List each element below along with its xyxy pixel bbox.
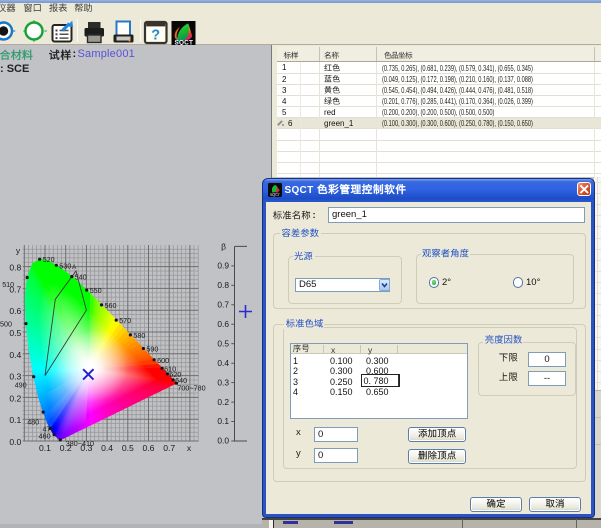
svg-text:520: 520	[43, 255, 55, 264]
svg-text:550: 550	[90, 286, 102, 295]
svg-text:0.4: 0.4	[101, 443, 113, 453]
svg-text:460: 460	[39, 431, 51, 440]
svg-text:540: 540	[75, 273, 87, 282]
svg-text:0.3: 0.3	[9, 372, 21, 382]
svg-text:570: 570	[119, 316, 131, 325]
svg-text:0.5: 0.5	[122, 443, 134, 453]
svg-text:0.7: 0.7	[9, 284, 21, 294]
svg-text:590: 590	[146, 345, 158, 354]
svg-text:0.3: 0.3	[217, 377, 229, 387]
svg-text:580: 580	[133, 331, 145, 340]
svg-text:490: 490	[15, 380, 27, 389]
svg-text:0.1: 0.1	[9, 415, 21, 425]
svg-text:0.1: 0.1	[217, 416, 229, 426]
svg-text:0.6: 0.6	[217, 319, 229, 329]
svg-text:700~780: 700~780	[177, 383, 205, 392]
svg-text:SQCT: SQCT	[270, 193, 281, 197]
svg-text:560: 560	[105, 301, 117, 310]
svg-text:0.8: 0.8	[217, 280, 229, 290]
svg-text:0.5: 0.5	[9, 328, 21, 338]
svg-text:0.3: 0.3	[80, 443, 92, 453]
svg-text:0.4: 0.4	[217, 358, 229, 368]
svg-text:0.7: 0.7	[217, 300, 229, 310]
svg-text:0.8: 0.8	[9, 263, 21, 273]
svg-text:A: A	[72, 264, 77, 271]
svg-text:0.2: 0.2	[60, 443, 72, 453]
svg-text:0.1: 0.1	[39, 443, 51, 453]
svg-text:0.5: 0.5	[217, 338, 229, 348]
svg-text:480: 480	[27, 418, 39, 427]
svg-text:y: y	[16, 246, 21, 256]
svg-text:β: β	[221, 241, 226, 251]
svg-text:0.2: 0.2	[9, 393, 21, 403]
svg-text:0.0: 0.0	[217, 436, 229, 446]
svg-text:0.0: 0.0	[9, 437, 21, 447]
svg-text:0.6: 0.6	[143, 443, 155, 453]
svg-text:0.9: 0.9	[217, 261, 229, 271]
svg-text:530: 530	[59, 262, 71, 271]
svg-text:0.2: 0.2	[217, 397, 229, 407]
svg-text:0.6: 0.6	[9, 306, 21, 316]
svg-text:0.7: 0.7	[163, 443, 175, 453]
svg-text:x: x	[187, 443, 192, 453]
svg-text:600: 600	[157, 356, 169, 365]
svg-text:0.4: 0.4	[9, 350, 21, 360]
